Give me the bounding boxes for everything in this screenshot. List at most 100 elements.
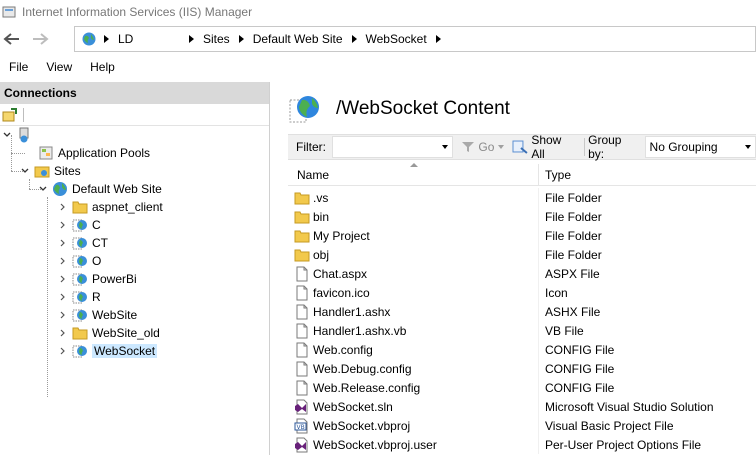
show-all-icon [512, 140, 528, 154]
list-item-name: WebSocket.vbproj.user [313, 437, 437, 452]
tree-node-label: R [92, 290, 101, 304]
list-item-type: File Folder [545, 190, 602, 205]
breadcrumb-separator-icon [189, 35, 194, 43]
tree-node-c[interactable]: C [58, 216, 101, 234]
web-application-icon [72, 255, 87, 268]
collapsed-chevron-icon[interactable] [58, 328, 68, 338]
funnel-icon [462, 142, 475, 152]
collapsed-chevron-icon[interactable] [58, 274, 68, 284]
address-bar[interactable]: LD Sites Default Web Site WebSocket [74, 26, 756, 52]
list-item[interactable]: My Project File Folder [288, 226, 756, 245]
sort-ascending-icon [410, 163, 418, 167]
tree-node-powerbi[interactable]: PowerBi [58, 270, 137, 288]
list-item[interactable]: obj File Folder [288, 245, 756, 264]
show-all-button[interactable]: Show All [508, 133, 581, 161]
filter-label: Filter: [296, 140, 326, 154]
connect-icon[interactable] [2, 107, 18, 123]
tree-node-r[interactable]: R [58, 288, 101, 306]
list-item-name: favicon.ico [313, 285, 370, 300]
tree-guide-line [47, 197, 48, 397]
breadcrumb-server[interactable]: LD [118, 32, 180, 46]
list-item-type: Per-User Project Options File [545, 437, 702, 452]
tree-node-o[interactable]: O [58, 252, 101, 270]
list-item-name-cell: .vs [288, 188, 539, 207]
collapsed-chevron-icon[interactable] [58, 310, 68, 320]
menu-file[interactable]: File [0, 60, 37, 74]
navigation-bar: LD Sites Default Web Site WebSocket [0, 24, 756, 54]
visual-studio-icon [294, 399, 310, 415]
list-item[interactable]: WebSocket.vbproj.user Per-User Project Op… [288, 435, 756, 454]
list-item-name-cell: Web.Release.config [288, 378, 539, 397]
tree-node-website[interactable]: WebSite [58, 306, 137, 324]
tree-node-website-old[interactable]: WebSite_old [58, 324, 160, 342]
collapsed-chevron-icon[interactable] [58, 292, 68, 302]
list-item[interactable]: VB WebSocket.vbproj Visual Basic Project F… [288, 416, 756, 435]
list-header: Name Type [288, 163, 756, 186]
forward-button[interactable] [30, 29, 50, 49]
menu-help[interactable]: Help [81, 60, 124, 74]
title-bar: Internet Information Services (IIS) Mana… [0, 0, 756, 24]
breadcrumb-sites[interactable]: Sites [203, 32, 230, 46]
list-item[interactable]: .vs File Folder [288, 188, 756, 207]
list-item[interactable]: Handler1.ashx.vb VB File [288, 321, 756, 340]
list-item-name: obj [313, 247, 330, 262]
breadcrumb-default-web-site[interactable]: Default Web Site [253, 32, 343, 46]
list-item[interactable]: Chat.aspx ASPX File [288, 264, 756, 283]
folder-icon [294, 209, 310, 225]
page-title: /WebSocket Content [336, 98, 510, 119]
folder-icon [72, 201, 88, 214]
tree-guide-line [29, 179, 30, 189]
list-item-name-cell: Web.Debug.config [288, 359, 539, 378]
tree-node-websocket[interactable]: WebSocket [58, 342, 158, 360]
file-icon [294, 380, 310, 396]
go-button[interactable]: Go [457, 140, 508, 154]
expanded-chevron-icon[interactable] [20, 166, 30, 176]
list-item-name: Handler1.ashx.vb [313, 323, 407, 338]
list-item-name-cell: Web.config [288, 340, 539, 359]
collapsed-chevron-icon[interactable] [58, 256, 68, 266]
tree-node-label: Application Pools [58, 146, 151, 160]
list-item[interactable]: favicon.ico Icon [288, 283, 756, 302]
list-item[interactable]: Web.Debug.config CONFIG File [288, 359, 756, 378]
list-item-type: CONFIG File [545, 342, 615, 357]
back-button[interactable] [2, 29, 22, 49]
column-header-type[interactable]: Type [539, 164, 756, 185]
application-pools-icon [39, 146, 53, 160]
tree-node-aspnet-client[interactable]: aspnet_client [58, 198, 163, 216]
tree-node-sites[interactable]: Sites [20, 162, 81, 180]
breadcrumb-separator-icon [351, 35, 357, 43]
tree-node-label: WebSite_old [92, 326, 160, 340]
web-application-icon [72, 291, 87, 304]
tree-node-ct[interactable]: CT [58, 234, 108, 252]
menu-view[interactable]: View [37, 60, 81, 74]
list-item-name-cell: Handler1.ashx.vb [288, 321, 539, 340]
collapsed-chevron-icon[interactable] [58, 346, 68, 356]
tree-guide-line [11, 153, 25, 154]
dropdown-arrow-icon[interactable] [442, 145, 449, 149]
list-item-name: Web.config [313, 342, 373, 357]
tree-node-application-pools[interactable]: Application Pools [24, 144, 150, 162]
group-by-select[interactable]: No Grouping [644, 136, 756, 158]
breadcrumb-websocket[interactable]: WebSocket [366, 32, 427, 46]
list-item-name-cell: bin [288, 207, 539, 226]
column-header-name[interactable]: Name [288, 163, 539, 185]
collapsed-chevron-icon[interactable] [58, 220, 68, 230]
filter-input[interactable] [332, 136, 454, 158]
list-item[interactable]: Web.config CONFIG File [288, 340, 756, 359]
tree-node-server[interactable] [2, 126, 36, 144]
file-icon [294, 361, 310, 377]
tree-node-default-web-site[interactable]: Default Web Site [38, 180, 162, 198]
expanded-chevron-icon[interactable] [38, 184, 48, 194]
list-item[interactable]: Handler1.ashx ASHX File [288, 302, 756, 321]
collapsed-chevron-icon[interactable] [58, 202, 68, 212]
list-item[interactable]: WebSocket.sln Microsoft Visual Studio Sol… [288, 397, 756, 416]
list-item[interactable]: bin File Folder [288, 207, 756, 226]
tree-node-label: O [92, 254, 102, 268]
expanded-chevron-icon[interactable] [2, 130, 12, 140]
sites-folder-icon [34, 166, 50, 178]
list-item[interactable]: Web.Release.config CONFIG File [288, 378, 756, 397]
tree-node-label: C [92, 218, 101, 232]
collapsed-chevron-icon[interactable] [58, 238, 68, 248]
tree-node-label: CT [92, 236, 108, 250]
